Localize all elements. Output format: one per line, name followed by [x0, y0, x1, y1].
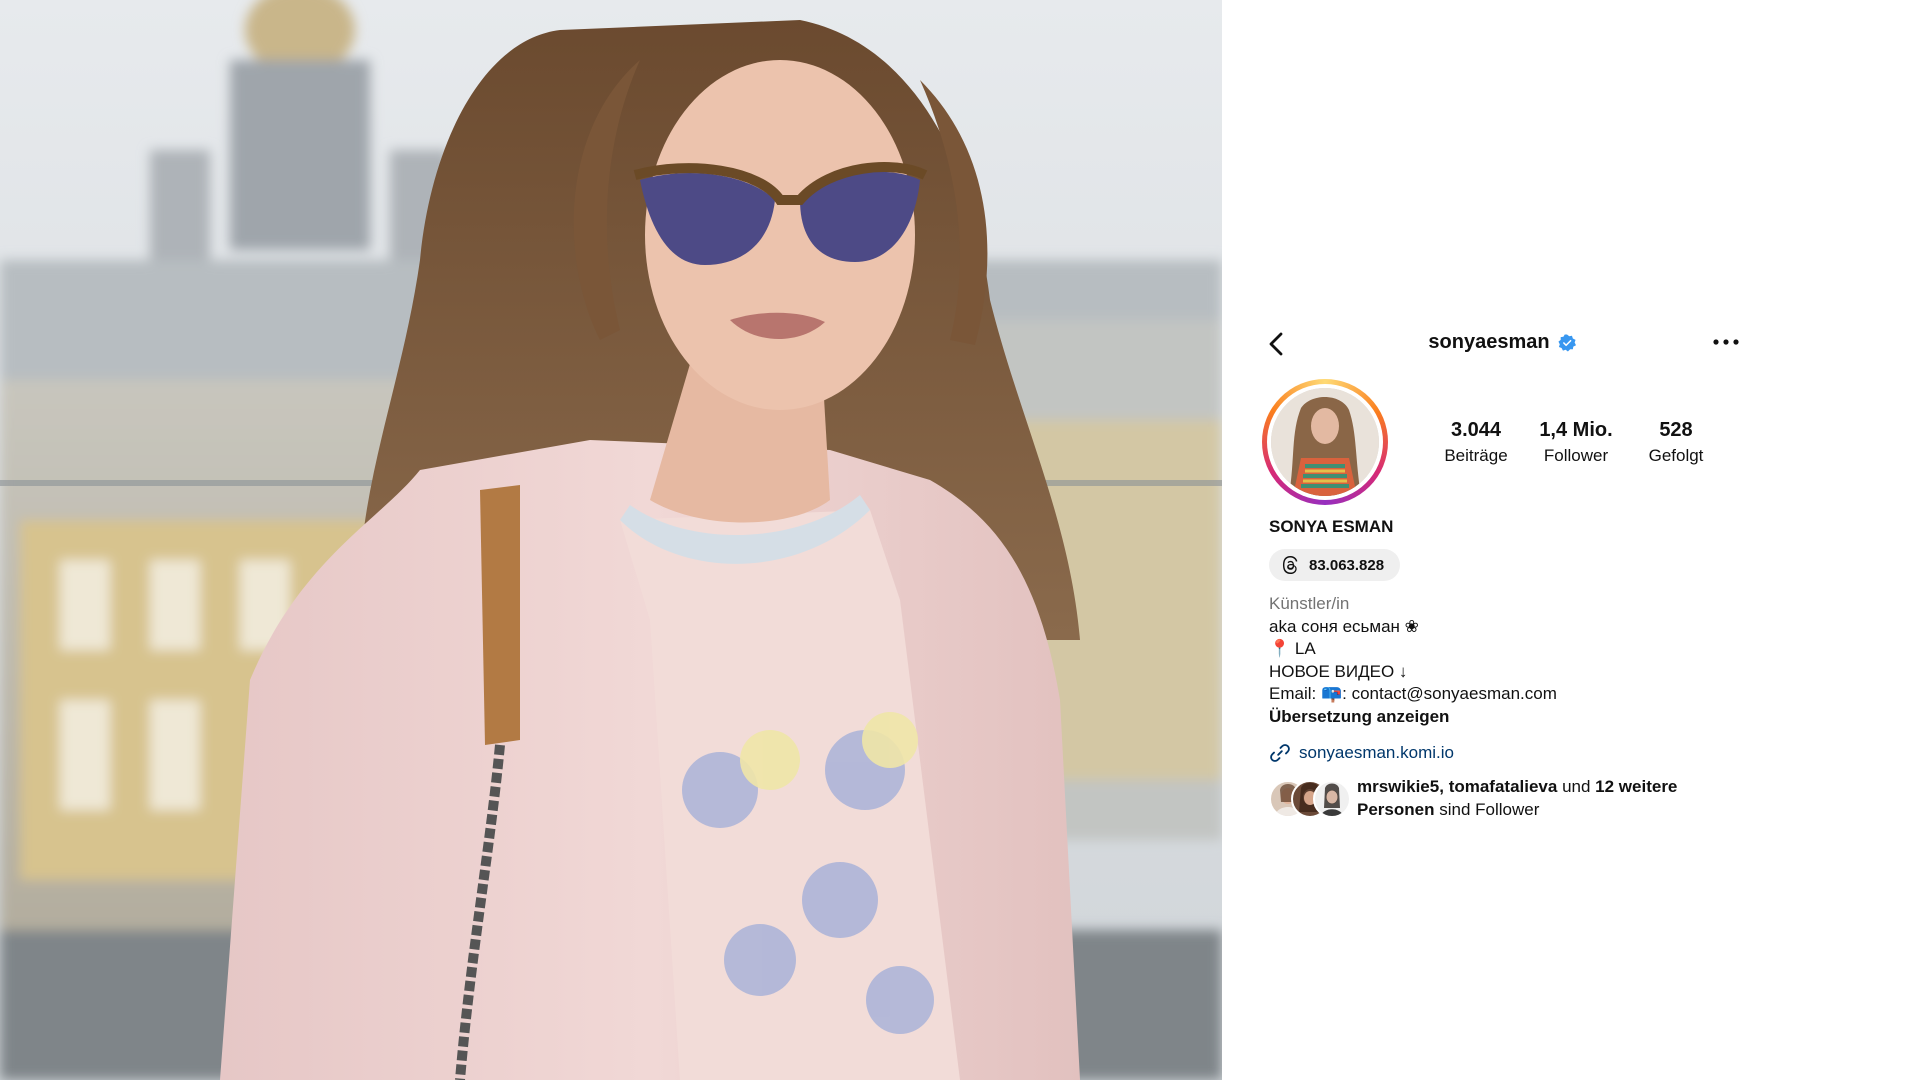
followed-by-and: und: [1557, 777, 1596, 796]
avatar: [1271, 388, 1379, 496]
followers-count[interactable]: 1,4 Mio. Follower: [1526, 419, 1626, 466]
bio-line: 📍 LA: [1269, 639, 1316, 658]
link-icon: [1270, 744, 1290, 762]
profile-link-text: sonyaesman.komi.io: [1299, 743, 1454, 762]
photo-illustration: [0, 0, 1222, 1080]
posts-count-value: 3.044: [1450, 418, 1502, 441]
bio-line: НОВОЕ ВИДЕО ↓: [1269, 661, 1408, 681]
followed-by-user[interactable]: tomafatalieva: [1449, 777, 1558, 796]
profile-avatar[interactable]: [1262, 379, 1388, 505]
more-options-icon: [1713, 339, 1739, 345]
profile-stats: 3.044 Beiträge 1,4 Mio. Follower 528 Gef…: [1426, 419, 1726, 466]
followed-by-user[interactable]: mrswikie5: [1357, 777, 1439, 796]
threads-icon: [1282, 556, 1298, 574]
followed-by-avatars: [1269, 778, 1351, 818]
more-options-button[interactable]: [1710, 327, 1742, 357]
bio-line: aka соня есьман ❀: [1269, 616, 1419, 636]
threads-badge[interactable]: 83.063.828: [1269, 549, 1401, 581]
posts-count-label: Beiträge: [1444, 445, 1508, 465]
display-name: SONYA ESMAN: [1269, 517, 1394, 536]
verified-badge-icon: [1558, 333, 1576, 352]
followed-by-text: mrswikie5, tomafatalieva und 12 weitere …: [1357, 776, 1742, 821]
bio-line: Email: 📪: contact@sonyaesman.com: [1269, 684, 1557, 703]
threads-count: 83.063.828: [1309, 556, 1385, 574]
profile-panel: sonyaesman 3.044 Beiträge 1,4 Mio. Follo…: [1262, 325, 1742, 821]
followed-by-suffix: sind Follower: [1434, 799, 1540, 819]
avatar: [1313, 780, 1351, 818]
profile-topbar: sonyaesman: [1262, 325, 1742, 365]
profile-bio: Künstler/in aka соня есьман ❀ 📍 LA НОВОЕ…: [1269, 593, 1742, 728]
page: sonyaesman 3.044 Beiträge 1,4 Mio. Follo…: [0, 0, 1920, 1080]
following-count[interactable]: 528 Gefolgt: [1626, 419, 1726, 466]
profile-link[interactable]: sonyaesman.komi.io: [1269, 742, 1742, 764]
bio-category: Künstler/in: [1269, 594, 1350, 613]
username: sonyaesman: [1428, 331, 1550, 353]
profile-username-header: sonyaesman: [1262, 331, 1742, 354]
following-count-label: Gefolgt: [1648, 445, 1704, 465]
profile-photo-large: [0, 0, 1222, 1080]
following-count-value: 528: [1659, 418, 1693, 441]
profile-stats-row: 3.044 Beiträge 1,4 Mio. Follower 528 Gef…: [1262, 379, 1742, 505]
posts-count[interactable]: 3.044 Beiträge: [1426, 419, 1526, 466]
followers-count-label: Follower: [1543, 445, 1609, 465]
followed-by-row[interactable]: mrswikie5, tomafatalieva und 12 weitere …: [1269, 776, 1742, 821]
show-translation-button[interactable]: Übersetzung anzeigen: [1269, 706, 1742, 729]
avatar-image: [1271, 388, 1379, 496]
followed-by-separator: ,: [1439, 777, 1449, 796]
followers-count-value: 1,4 Mio.: [1539, 418, 1613, 441]
